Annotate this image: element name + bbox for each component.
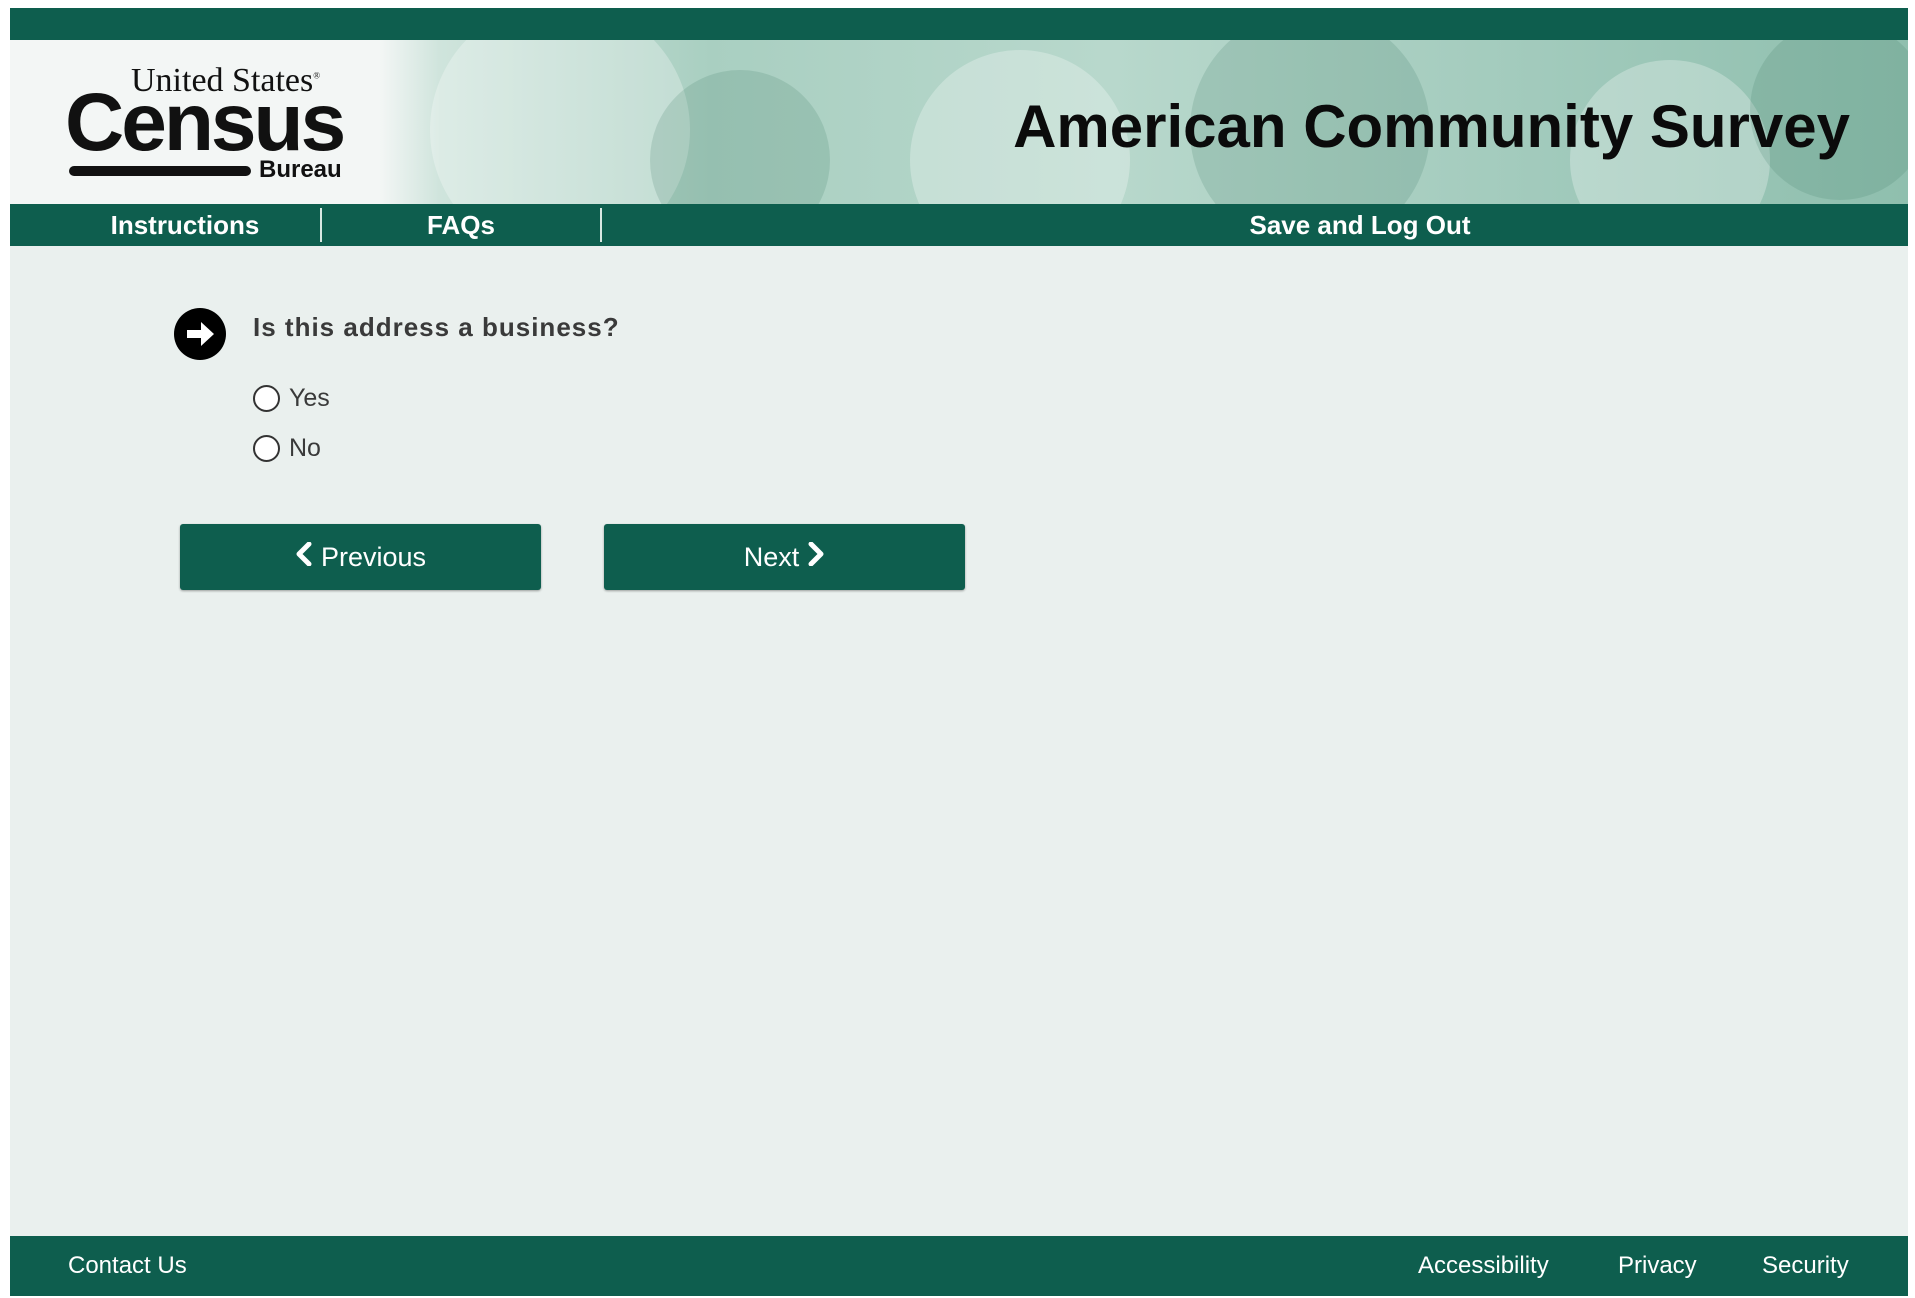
header-banner: United States® Census Bureau American Co… bbox=[10, 40, 1908, 211]
top-bar bbox=[10, 8, 1908, 40]
page-frame: United States® Census Bureau American Co… bbox=[10, 8, 1908, 1296]
footer-security[interactable]: Security bbox=[1762, 1236, 1849, 1296]
site-title: American Community Survey bbox=[1013, 93, 1850, 160]
previous-button[interactable]: Previous bbox=[180, 524, 541, 590]
logo-bureau: Bureau bbox=[259, 156, 342, 183]
logo-wordmark: Census bbox=[65, 77, 346, 168]
next-label: Next bbox=[743, 541, 800, 572]
radio-no[interactable] bbox=[253, 434, 280, 462]
footer: Contact Us Accessibility Privacy Securit… bbox=[10, 1236, 1908, 1296]
footer-contact-us[interactable]: Contact Us bbox=[68, 1236, 187, 1296]
footer-privacy[interactable]: Privacy bbox=[1618, 1236, 1697, 1296]
banner-photo-decoration bbox=[430, 40, 690, 211]
option-yes-label: Yes bbox=[289, 383, 330, 412]
main-nav: Instructions FAQs Save and Log Out bbox=[10, 204, 1908, 246]
option-no[interactable]: No bbox=[253, 431, 321, 465]
nav-faqs[interactable]: FAQs bbox=[322, 204, 600, 246]
nav-save-and-log-out[interactable]: Save and Log Out bbox=[1190, 204, 1530, 246]
radio-yes[interactable] bbox=[253, 384, 280, 412]
arrow-right-circle-icon bbox=[174, 308, 226, 360]
footer-accessibility[interactable]: Accessibility bbox=[1418, 1236, 1549, 1296]
chevron-left-icon bbox=[295, 540, 313, 574]
nav-divider bbox=[600, 208, 602, 242]
chevron-right-icon bbox=[807, 540, 825, 574]
option-no-label: No bbox=[289, 433, 321, 462]
census-bureau-logo[interactable]: United States® Census Bureau bbox=[65, 62, 365, 183]
nav-instructions[interactable]: Instructions bbox=[50, 204, 320, 246]
option-yes[interactable]: Yes bbox=[253, 381, 330, 415]
next-button[interactable]: Next bbox=[604, 524, 965, 590]
question-text: Is this address a business? bbox=[253, 312, 620, 342]
previous-label: Previous bbox=[320, 541, 427, 572]
logo-underline bbox=[69, 166, 251, 176]
